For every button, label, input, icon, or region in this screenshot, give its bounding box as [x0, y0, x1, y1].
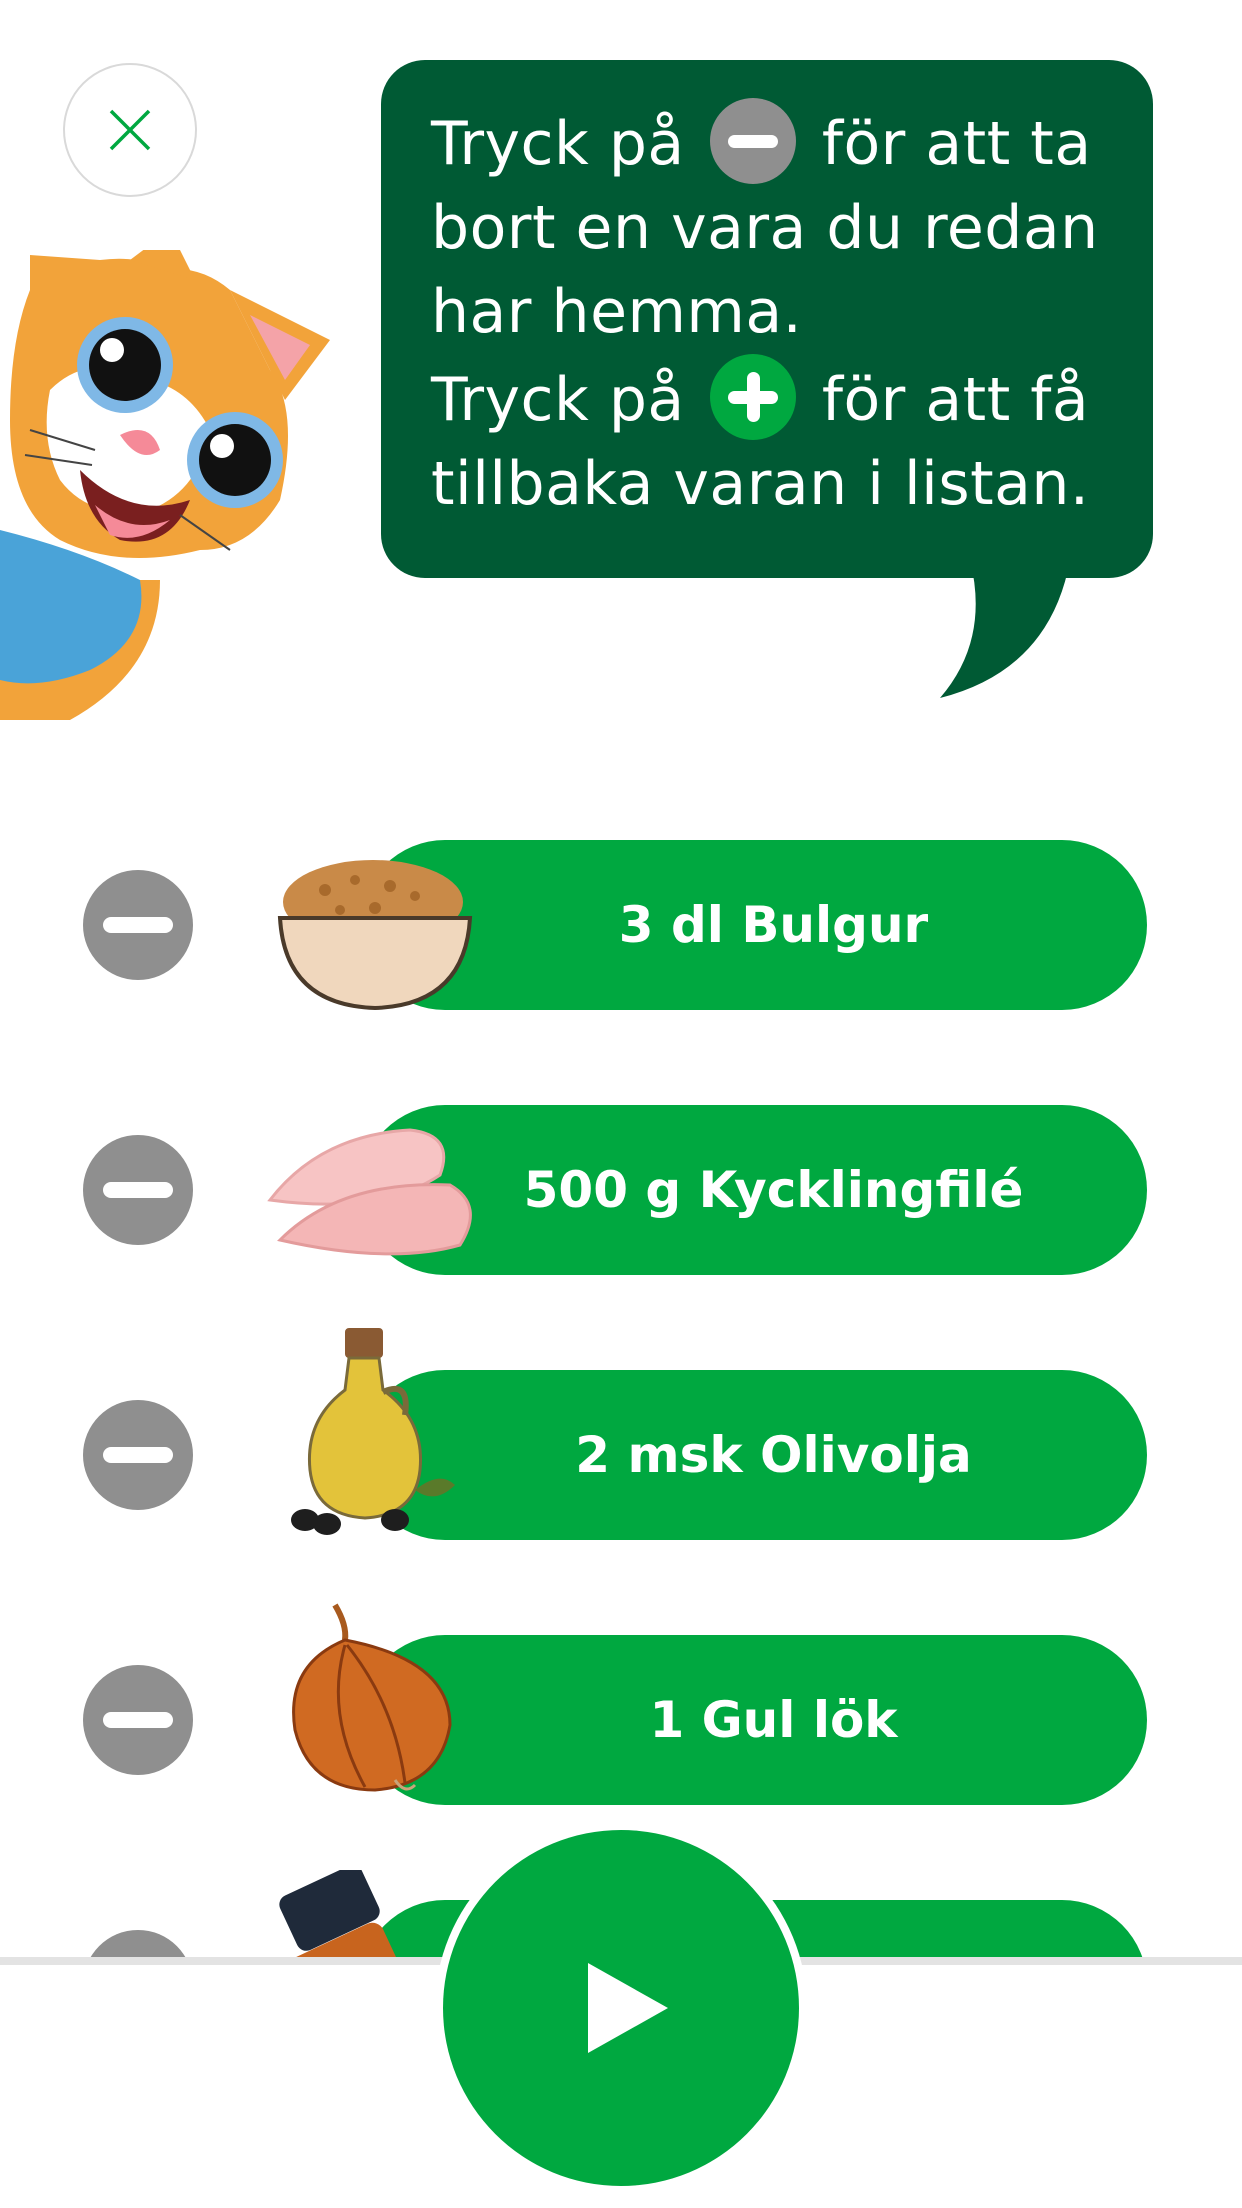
remove-item-button[interactable]	[83, 1400, 193, 1510]
list-item: 3 dl Bulgur	[0, 840, 1242, 1011]
instruction-line-2: bort en vara du redan	[431, 193, 1099, 263]
close-icon	[109, 109, 151, 151]
instruction-line-3: har hemma.	[431, 277, 803, 347]
remove-item-button[interactable]	[83, 870, 193, 980]
minus-icon	[710, 98, 797, 184]
remove-item-button[interactable]	[83, 1665, 193, 1775]
instruction-line-1: Tryck på för att ta	[431, 98, 1153, 186]
ingredient-label: 500 g Kycklingfilé	[523, 1161, 1024, 1219]
plus-icon	[710, 354, 797, 440]
app-screen: 3 dl Bulgur 500 g Kycklingfilé 2 msk Oli…	[0, 0, 1242, 2208]
list-item: 500 g Kycklingfilé	[0, 1105, 1242, 1275]
cat-mascot-image	[0, 250, 330, 720]
ingredient-label: 1 Gul lök	[649, 1691, 898, 1749]
remove-item-button[interactable]	[83, 1930, 193, 1960]
play-button[interactable]	[443, 1830, 799, 2186]
olive-oil-bottle-image	[291, 1328, 455, 1535]
ingredient-label: 2 msk Olivolja	[575, 1426, 972, 1484]
remove-item-button[interactable]	[83, 1135, 193, 1245]
speech-bubble-tail	[920, 560, 1070, 698]
list-item: 1 Gul lök	[0, 1603, 1242, 1805]
instruction-line-4: Tryck på för att få	[431, 354, 1153, 442]
instruction-bubble: Tryck på för att ta bort en vara du reda…	[381, 60, 1153, 578]
play-icon	[588, 1963, 668, 2053]
bulgur-bowl-image	[277, 860, 473, 1011]
chicken-fillet-image	[267, 1128, 472, 1256]
instruction-line-5: tillbaka varan i listan.	[431, 449, 1090, 519]
list-item: 2 msk Olivolja	[0, 1328, 1242, 1540]
close-button[interactable]	[63, 63, 197, 197]
yellow-onion-image	[292, 1603, 452, 1792]
ingredient-label: 3 dl Bulgur	[618, 896, 929, 954]
